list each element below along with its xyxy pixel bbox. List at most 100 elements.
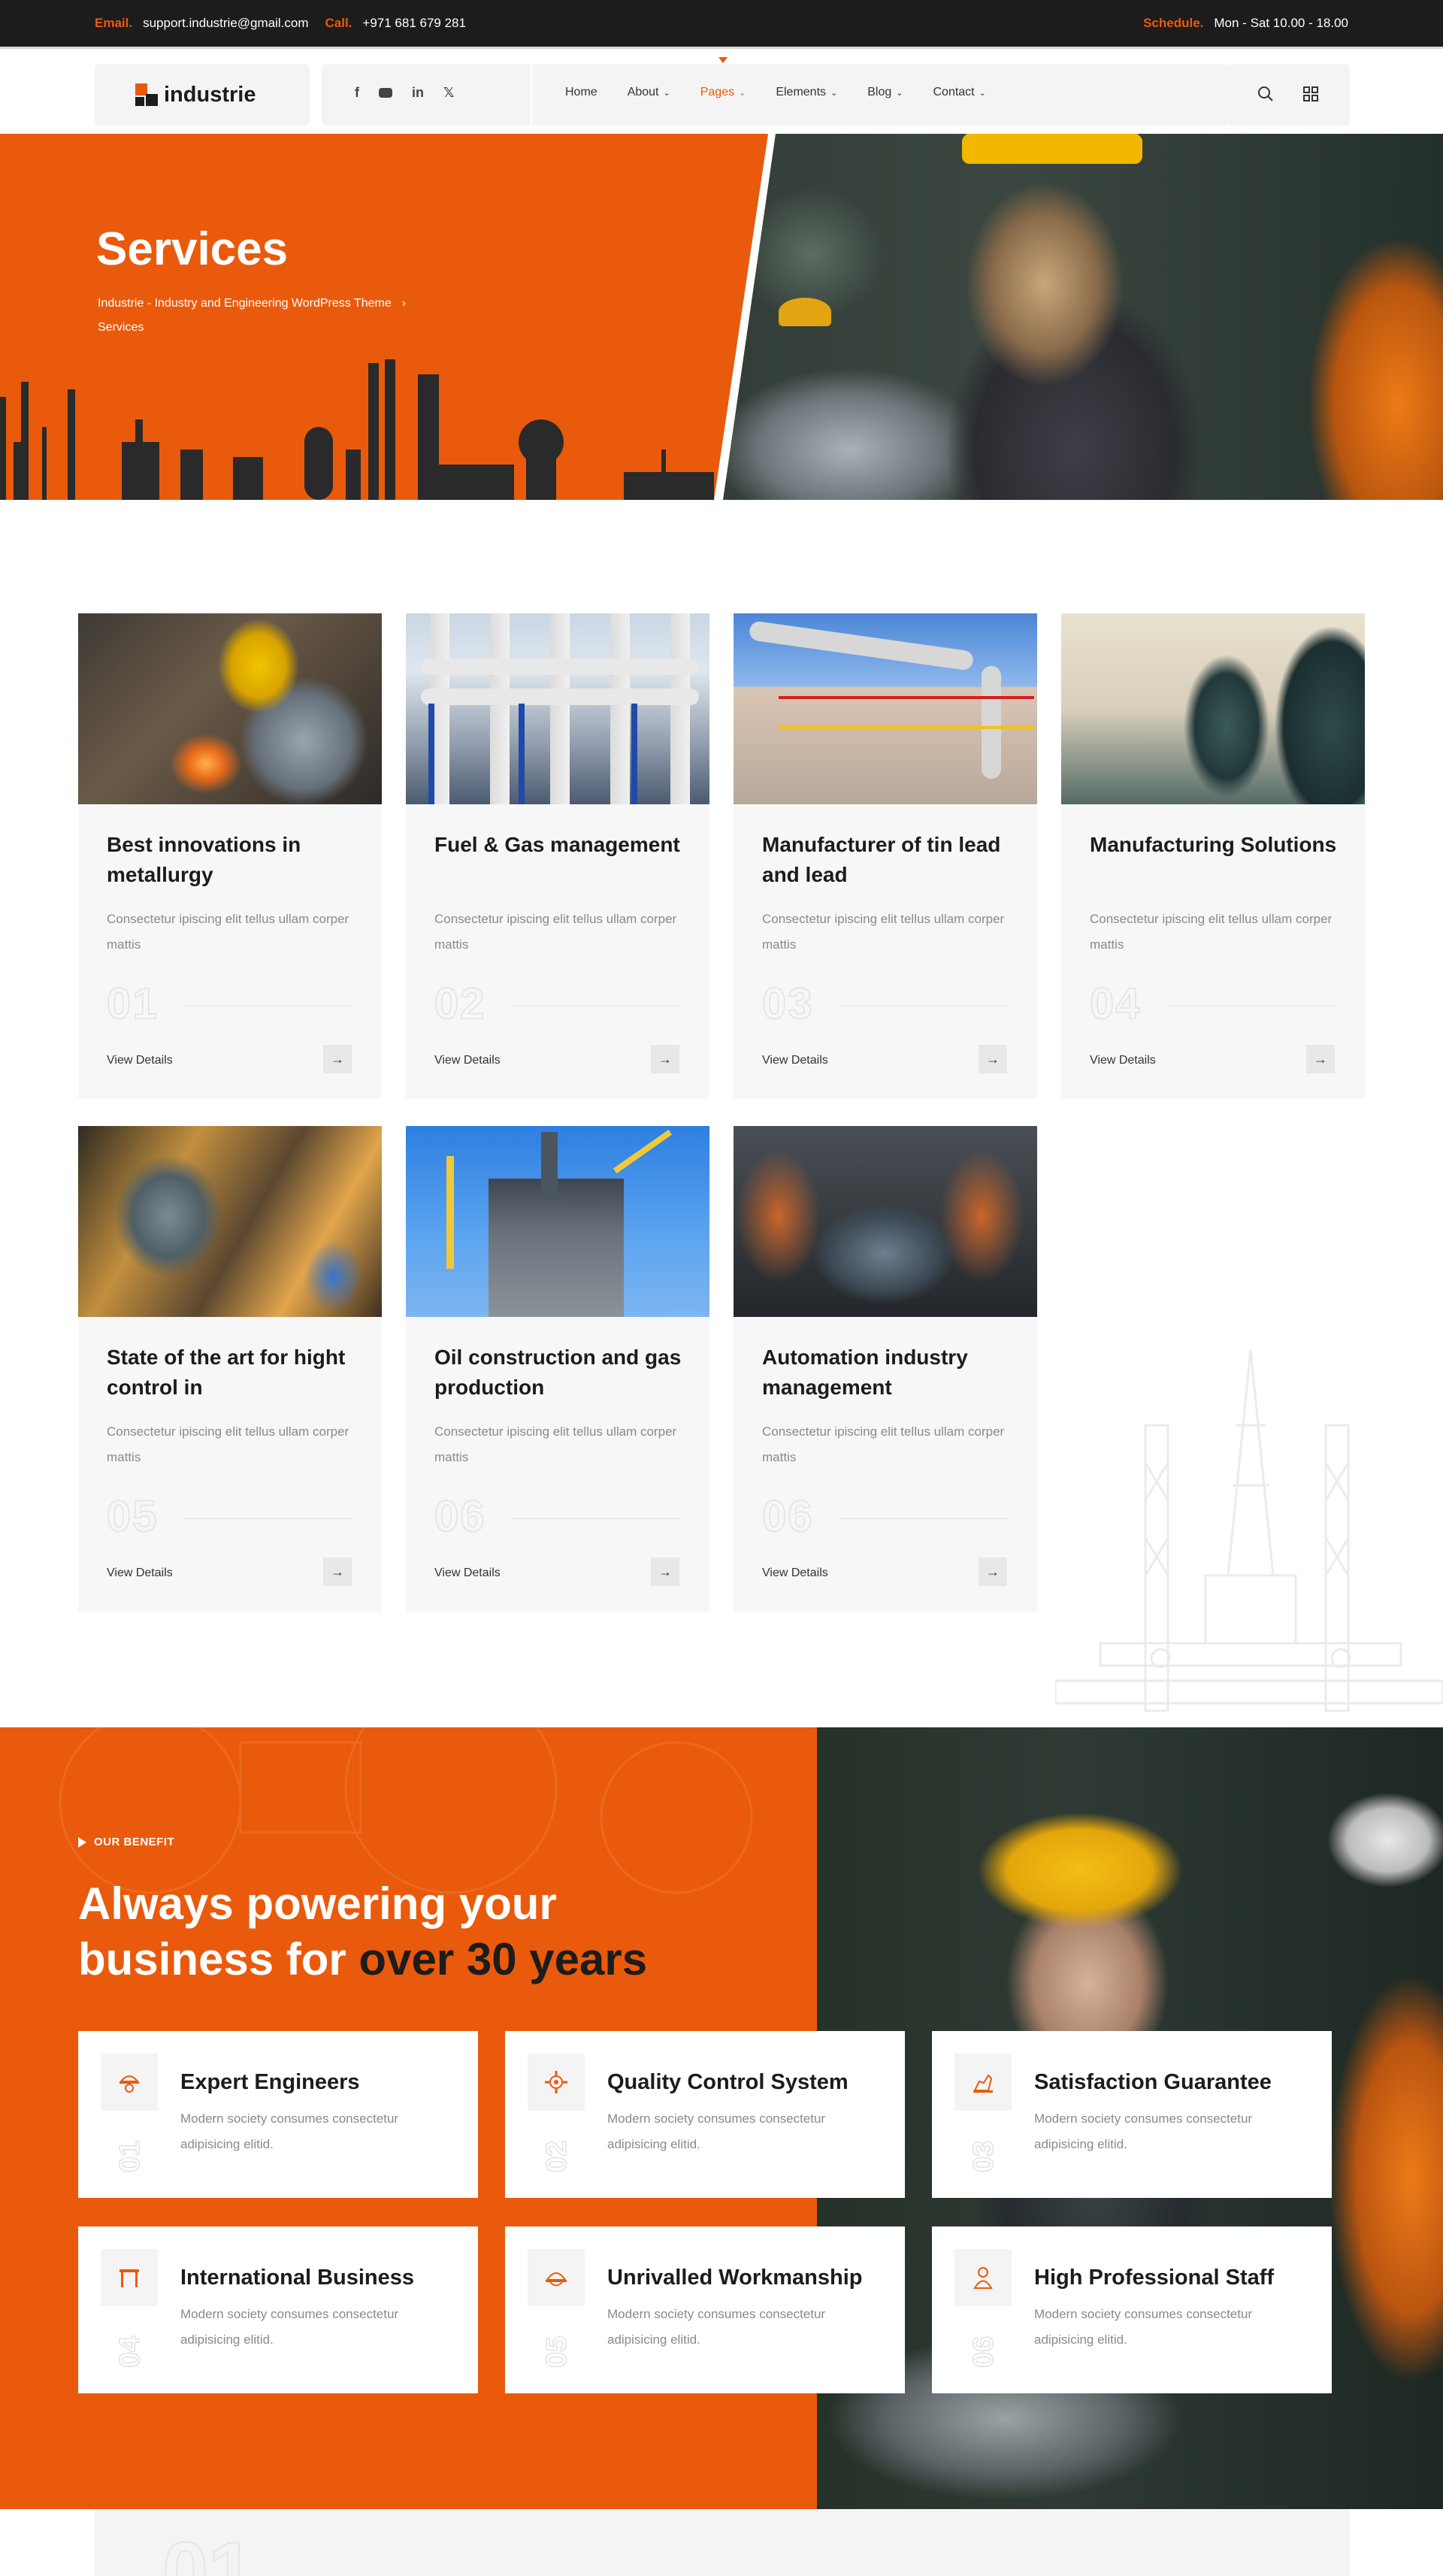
service-card[interactable]: Manufacturing Solutions Consectetur ipis… <box>1061 613 1365 1099</box>
service-title[interactable]: Best innovations in metallurgy <box>107 830 355 890</box>
menu-item-pages[interactable]: Pages ⌄ <box>700 57 746 99</box>
facebook-icon[interactable]: f <box>355 85 359 101</box>
service-desc: Consectetur ipiscing elit tellus ullam c… <box>762 1424 1005 1464</box>
view-details-link[interactable]: View Details <box>762 1054 828 1067</box>
service-desc: Consectetur ipiscing elit tellus ullam c… <box>107 912 349 952</box>
hand-icon <box>973 2074 993 2093</box>
service-desc: Consectetur ipiscing elit tellus ullam c… <box>107 1424 349 1464</box>
service-number: 04 <box>1089 979 1142 1029</box>
nav-divider <box>531 64 532 126</box>
feature-title: Unrivalled Workmanship <box>607 2266 863 2290</box>
logo-mark-icon <box>135 83 158 106</box>
service-title[interactable]: Manufacturing Solutions <box>1090 830 1338 860</box>
top-bar: Email. support.industrie@gmail.com Call.… <box>0 0 1443 47</box>
active-indicator-icon <box>718 57 728 63</box>
main-menu: Home About ⌄ Pages ⌄ Elements ⌄ Blog ⌄ Conta… <box>565 57 986 99</box>
schedule-value: Mon - Sat 10.00 - 18.00 <box>1214 16 1348 30</box>
menu-item-home[interactable]: Home <box>565 86 597 99</box>
service-card[interactable]: Fuel & Gas management Consectetur ipisci… <box>406 613 709 1099</box>
service-number: 02 <box>434 979 486 1029</box>
service-title[interactable]: Fuel & Gas management <box>434 830 682 860</box>
service-image-control <box>78 1126 382 1317</box>
feature-desc: Modern society consumes consectetur adip… <box>607 2111 826 2151</box>
feature-desc: Modern society consumes consectetur adip… <box>607 2307 826 2347</box>
arrow-right-icon[interactable]: → <box>323 1045 352 1073</box>
menu-item-blog[interactable]: Blog ⌄ <box>867 86 903 99</box>
feature-number: 01 <box>113 2140 146 2172</box>
linkedin-icon[interactable]: in <box>412 85 424 101</box>
service-number: 05 <box>106 1491 159 1542</box>
header-tools <box>1227 64 1350 126</box>
search-icon[interactable] <box>1257 85 1275 103</box>
nav-bar: f in 𝕏 Home About ⌄ Pages ⌄ Elements ⌄ Blog… <box>322 57 1228 126</box>
next-section-teaser: 01 <box>95 2509 1350 2576</box>
social-links: f in 𝕏 <box>355 85 455 101</box>
arrow-right-icon[interactable]: → <box>1306 1045 1335 1073</box>
arrow-right-icon[interactable]: → <box>651 1045 679 1073</box>
feature-card: 06 High Professional Staff Modern societ… <box>932 2226 1332 2393</box>
feature-number: 06 <box>967 2335 1000 2368</box>
arrow-right-icon[interactable]: → <box>979 1557 1007 1586</box>
feature-desc: Modern society consumes consectetur adip… <box>180 2307 399 2347</box>
feature-card: 01 Expert Engineers Modern society consu… <box>78 2031 478 2198</box>
service-title[interactable]: Oil construction and gas production <box>434 1342 682 1403</box>
grid-menu-icon[interactable] <box>1302 85 1320 103</box>
view-details-link[interactable]: View Details <box>107 1566 173 1580</box>
view-details-link[interactable]: View Details <box>434 1054 501 1067</box>
service-desc: Consectetur ipiscing elit tellus ullam c… <box>1090 912 1333 952</box>
feature-number: 02 <box>540 2140 573 2172</box>
feature-number: 05 <box>540 2335 573 2368</box>
arrow-right-icon[interactable]: → <box>323 1557 352 1586</box>
arrow-right-icon[interactable]: → <box>979 1045 1007 1073</box>
service-card[interactable]: Manufacturer of tin lead and lead Consec… <box>734 613 1037 1099</box>
feature-card: 04 International Business Modern society… <box>78 2226 478 2393</box>
service-card[interactable]: Oil construction and gas production Cons… <box>406 1126 709 1612</box>
feature-title: Quality Control System <box>607 2070 849 2094</box>
feature-number: 04 <box>113 2335 146 2368</box>
view-details-link[interactable]: View Details <box>1090 1054 1156 1067</box>
feature-card: 05 Unrivalled Workmanship Modern society… <box>505 2226 905 2393</box>
view-details-link[interactable]: View Details <box>762 1566 828 1580</box>
service-number: 06 <box>434 1491 486 1542</box>
youtube-icon[interactable] <box>379 85 392 101</box>
breadcrumb-separator-icon: › <box>401 297 407 310</box>
play-triangle-icon <box>78 1836 86 1848</box>
breadcrumb: Industrie - Industry and Engineering Wor… <box>98 292 534 340</box>
menu-item-about[interactable]: About ⌄ <box>628 86 670 99</box>
chevron-down-icon: ⌄ <box>830 88 838 98</box>
oil-rig-outline-illustration <box>1055 1350 1443 1712</box>
gear-icon <box>545 2071 567 2093</box>
menu-item-contact[interactable]: Contact ⌄ <box>933 86 985 99</box>
chevron-down-icon: ⌄ <box>979 88 986 98</box>
service-card[interactable]: Automation industry management Consectet… <box>734 1126 1037 1612</box>
service-number: 01 <box>106 979 159 1029</box>
feature-card: 02 Quality Control System Modern society… <box>505 2031 905 2198</box>
section-eyebrow: OUR BENEFIT <box>78 1836 174 1848</box>
service-card[interactable]: State of the art for hight control in Co… <box>78 1126 382 1612</box>
phone-link[interactable]: +971 681 679 281 <box>362 16 466 31</box>
schedule-label: Schedule. <box>1143 16 1204 30</box>
page-hero: Services Industrie - Industry and Engine… <box>0 134 1443 500</box>
service-image-metallurgy <box>78 613 382 804</box>
service-title[interactable]: Manufacturer of tin lead and lead <box>762 830 1010 890</box>
feature-desc: Modern society consumes consectetur adip… <box>1034 2307 1253 2347</box>
arrow-right-icon[interactable]: → <box>651 1557 679 1586</box>
feature-card: 03 Satisfaction Guarantee Modern society… <box>932 2031 1332 2198</box>
service-desc: Consectetur ipiscing elit tellus ullam c… <box>434 1424 677 1464</box>
x-twitter-icon[interactable]: 𝕏 <box>443 85 455 101</box>
view-details-link[interactable]: View Details <box>434 1566 501 1580</box>
email-link[interactable]: support.industrie@gmail.com <box>143 16 308 31</box>
feature-desc: Modern society consumes consectetur adip… <box>1034 2111 1253 2151</box>
feature-title: Expert Engineers <box>180 2070 360 2094</box>
logo[interactable]: industrie <box>95 64 310 126</box>
service-card[interactable]: Best innovations in metallurgy Consectet… <box>78 613 382 1099</box>
menu-item-elements[interactable]: Elements ⌄ <box>776 86 837 99</box>
breadcrumb-home-link[interactable]: Industrie - Industry and Engineering Wor… <box>98 297 392 310</box>
service-title[interactable]: State of the art for hight control in <box>107 1342 355 1403</box>
chevron-down-icon: ⌄ <box>896 88 903 98</box>
service-image-fuel-gas <box>406 613 709 804</box>
feature-desc: Modern society consumes consectetur adip… <box>180 2111 399 2151</box>
service-title[interactable]: Automation industry management <box>762 1342 1010 1403</box>
view-details-link[interactable]: View Details <box>107 1054 173 1067</box>
service-image-tin-lead <box>734 613 1037 804</box>
